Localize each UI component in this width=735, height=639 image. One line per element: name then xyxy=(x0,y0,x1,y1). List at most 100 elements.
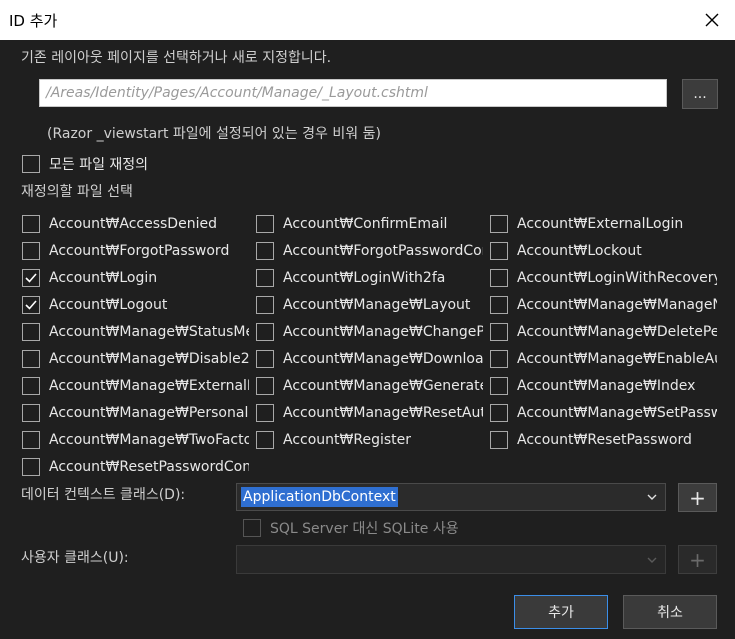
checkbox-box[interactable] xyxy=(256,404,274,422)
data-context-select[interactable]: ApplicationDbContext xyxy=(236,483,666,511)
file-checkbox-label: Account₩ForgotPassword xyxy=(49,243,230,259)
file-checkbox[interactable]: Account₩ConfirmEmail xyxy=(256,213,483,235)
sqlite-label: SQL Server 대신 SQLite 사용 xyxy=(270,521,459,537)
file-checkbox[interactable]: Account₩Manage₩GenerateRecoveryCodes xyxy=(256,375,483,397)
file-checkbox[interactable]: Account₩Lockout xyxy=(490,240,717,262)
file-checkbox-label: Account₩Manage₩TwoFactorAuthentication xyxy=(49,432,249,448)
layout-hint: (Razor _viewstart 파일에 설정되어 있는 경우 비워 둠) xyxy=(47,126,381,142)
file-checkbox-label: Account₩Manage₩PersonalData xyxy=(49,405,249,421)
checkbox-box[interactable] xyxy=(490,377,508,395)
checkbox-box[interactable] xyxy=(22,215,40,233)
checkbox-box[interactable] xyxy=(256,377,274,395)
file-checkbox[interactable]: Account₩Manage₩ManageNav xyxy=(490,294,717,316)
layout-path-input[interactable]: /Areas/Identity/Pages/Account/Manage/_La… xyxy=(39,79,667,107)
file-checkbox[interactable]: Account₩Register xyxy=(256,429,483,451)
title-bar: ID 추가 xyxy=(0,0,735,40)
checkbox-box[interactable] xyxy=(22,350,40,368)
file-checkbox-label: Account₩AccessDenied xyxy=(49,216,217,232)
checkbox-box[interactable] xyxy=(22,242,40,260)
checkbox-box[interactable] xyxy=(490,215,508,233)
checkbox-box[interactable] xyxy=(22,269,40,287)
file-checkbox[interactable]: Account₩LoginWith2fa xyxy=(256,267,483,289)
file-checkbox[interactable]: Account₩Manage₩TwoFactorAuthentication xyxy=(22,429,249,451)
checkbox-box[interactable] xyxy=(490,404,508,422)
close-button[interactable] xyxy=(689,0,735,40)
checkbox-box[interactable] xyxy=(243,519,261,537)
file-checkbox[interactable]: Account₩Manage₩StatusMessage xyxy=(22,321,249,343)
checkbox-box[interactable] xyxy=(22,431,40,449)
checkbox-box[interactable] xyxy=(22,458,40,476)
file-checkbox-label: Account₩Manage₩ManageNav xyxy=(517,297,717,313)
checkbox-box[interactable] xyxy=(256,215,274,233)
file-checkbox-label: Account₩Manage₩GenerateRecoveryCodes xyxy=(283,378,483,394)
checkbox-box[interactable] xyxy=(256,431,274,449)
file-checkbox-label: Account₩LoginWith2fa xyxy=(283,270,446,286)
checkbox-box[interactable] xyxy=(256,323,274,341)
check-icon xyxy=(25,300,37,310)
file-checkbox-label: Account₩LoginWithRecoveryCode xyxy=(517,270,717,286)
checkbox-box[interactable] xyxy=(256,242,274,260)
checkbox-box[interactable] xyxy=(490,296,508,314)
browse-button[interactable]: ... xyxy=(682,79,718,109)
file-checkbox-label: Account₩Manage₩ChangePassword xyxy=(283,324,483,340)
file-checkbox-label: Account₩Manage₩EnableAuthenticator xyxy=(517,351,717,367)
user-class-select[interactable] xyxy=(236,545,666,574)
checkbox-box[interactable] xyxy=(22,296,40,314)
layout-instruction: 기존 레이아웃 페이지를 선택하거나 새로 지정합니다. xyxy=(21,50,332,66)
file-checkbox[interactable]: Account₩ResetPasswordConfirmation xyxy=(22,456,249,478)
file-checkbox-label: Account₩Manage₩ExternalLogins xyxy=(49,378,249,394)
file-checkbox-label: Account₩Login xyxy=(49,270,158,286)
file-checkbox[interactable]: Account₩Manage₩DownloadPersonalData xyxy=(256,348,483,370)
file-checkbox[interactable]: Account₩Manage₩Disable2fa xyxy=(22,348,249,370)
file-checkbox-label: Account₩Manage₩Index xyxy=(517,378,696,394)
file-checkbox[interactable]: Account₩Manage₩ExternalLogins xyxy=(22,375,249,397)
checkbox-box[interactable] xyxy=(22,377,40,395)
checkbox-box[interactable] xyxy=(256,296,274,314)
file-checkbox[interactable]: Account₩ForgotPasswordConfirmation xyxy=(256,240,483,262)
data-context-value: ApplicationDbContext xyxy=(241,487,398,507)
checkbox-box[interactable] xyxy=(256,269,274,287)
file-checkbox[interactable]: Account₩AccessDenied xyxy=(22,213,249,235)
file-checkbox-label: Account₩ExternalLogin xyxy=(517,216,684,232)
file-checkbox-label: Account₩Manage₩DeletePersonalData xyxy=(517,324,717,340)
file-checkbox[interactable]: Account₩Logout xyxy=(22,294,249,316)
file-checkbox-label: Account₩Manage₩DownloadPersonalData xyxy=(283,351,483,367)
checkbox-box[interactable] xyxy=(22,404,40,422)
file-checkbox[interactable]: Account₩ExternalLogin xyxy=(490,213,717,235)
file-checkbox[interactable]: Account₩Manage₩ResetAuthenticator xyxy=(256,402,483,424)
chevron-down-icon xyxy=(647,494,657,500)
user-class-label: 사용자 클래스(U): xyxy=(21,550,129,566)
file-checkbox[interactable]: Account₩LoginWithRecoveryCode xyxy=(490,267,717,289)
add-data-context-button[interactable]: + xyxy=(678,483,717,512)
files-heading: 재정의할 파일 선택 xyxy=(21,184,133,200)
sqlite-checkbox[interactable]: SQL Server 대신 SQLite 사용 xyxy=(243,517,459,539)
file-checkbox-label: Account₩ResetPasswordConfirmation xyxy=(49,459,249,475)
checkbox-box[interactable] xyxy=(22,323,40,341)
checkbox-box[interactable] xyxy=(490,323,508,341)
checkbox-box[interactable] xyxy=(490,242,508,260)
add-user-class-button[interactable]: + xyxy=(678,545,717,574)
checkbox-box[interactable] xyxy=(490,350,508,368)
file-checkbox[interactable]: Account₩Manage₩SetPassword xyxy=(490,402,717,424)
file-checkbox[interactable]: Account₩ForgotPassword xyxy=(22,240,249,262)
file-checkbox[interactable]: Account₩ResetPassword xyxy=(490,429,717,451)
file-checkbox-label: Account₩Manage₩StatusMessage xyxy=(49,324,249,340)
override-all-checkbox[interactable]: 모든 파일 재정의 xyxy=(22,153,148,175)
cancel-button[interactable]: 취소 xyxy=(623,595,717,629)
checkbox-box[interactable] xyxy=(490,269,508,287)
file-checkbox[interactable]: Account₩Manage₩PersonalData xyxy=(22,402,249,424)
file-checkbox-label: Account₩Manage₩ResetAuthenticator xyxy=(283,405,483,421)
file-checkbox[interactable]: Account₩Manage₩EnableAuthenticator xyxy=(490,348,717,370)
override-all-label: 모든 파일 재정의 xyxy=(49,157,149,173)
file-checkbox[interactable]: Account₩Manage₩Index xyxy=(490,375,717,397)
file-checkbox[interactable]: Account₩Manage₩Layout xyxy=(256,294,483,316)
checkbox-box[interactable] xyxy=(22,155,40,173)
file-checkbox[interactable]: Account₩Login xyxy=(22,267,249,289)
checkbox-box[interactable] xyxy=(256,350,274,368)
add-button[interactable]: 추가 xyxy=(514,595,608,629)
data-context-label: 데이터 컨텍스트 클래스(D): xyxy=(21,487,186,503)
file-checkbox[interactable]: Account₩Manage₩DeletePersonalData xyxy=(490,321,717,343)
checkbox-box[interactable] xyxy=(490,431,508,449)
dialog-title: ID 추가 xyxy=(9,12,58,30)
file-checkbox[interactable]: Account₩Manage₩ChangePassword xyxy=(256,321,483,343)
